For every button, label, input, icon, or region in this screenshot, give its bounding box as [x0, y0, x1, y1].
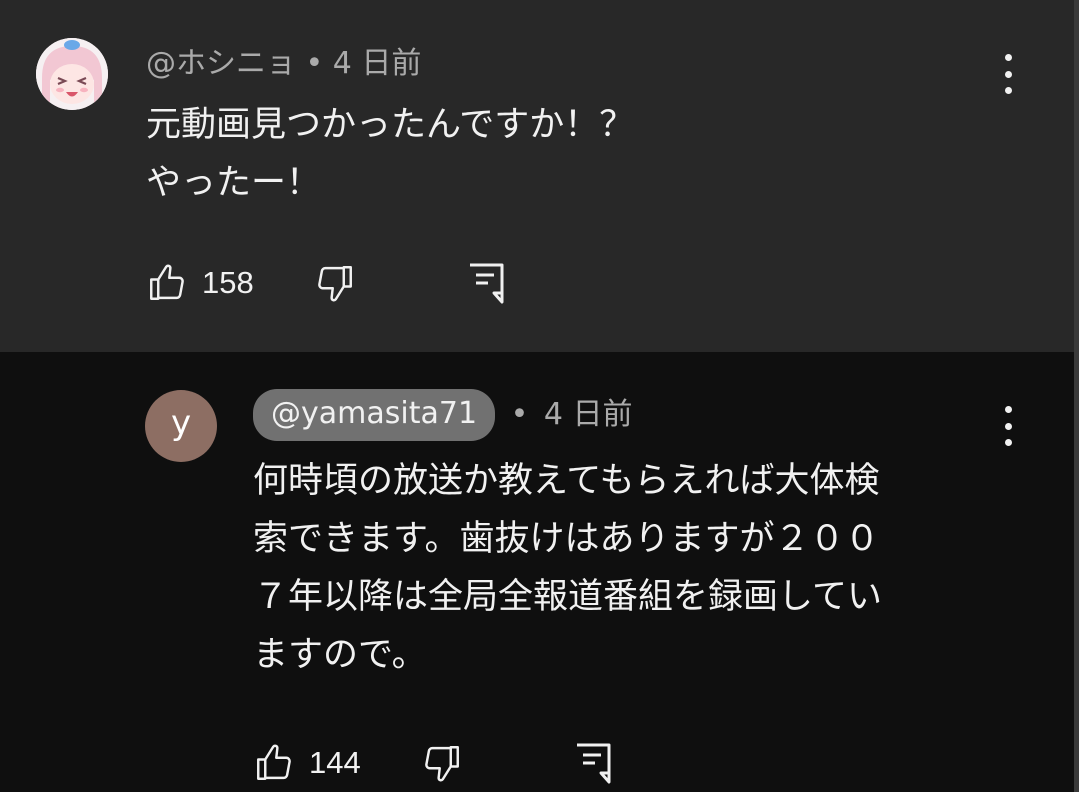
thumbs-down-icon [318, 266, 352, 302]
anime-girl-avatar-icon [36, 38, 108, 110]
like-button[interactable]: 158 [146, 258, 254, 308]
reply-text-line: 索できます。歯抜けはありますが２００ [253, 519, 880, 559]
comment-text-line: 元動画見つかったんですか！？ [146, 105, 635, 145]
reply-author-chip[interactable]: @yamasita71 [253, 388, 496, 441]
comment-time[interactable]: 4 日前 [333, 46, 422, 81]
replier-avatar[interactable]: y [145, 390, 217, 462]
comment-card: @ホシニョ • 4 日前 元動画見つかったんですか！？ やったー！ 158 [0, 0, 1074, 352]
reply-more-icon[interactable] [996, 404, 1020, 448]
comment-author[interactable]: @ホシニョ [146, 46, 296, 81]
comment-meta: @ホシニョ • 4 日前 [146, 44, 421, 84]
like-count: 158 [202, 265, 254, 300]
like-button[interactable]: 144 [253, 738, 361, 788]
dislike-button[interactable] [421, 738, 463, 788]
meta-separator: • [510, 396, 529, 432]
reply-meta: @yamasita71 • 4 日前 [253, 388, 632, 441]
reply-button[interactable] [573, 738, 613, 788]
reply-card: y @yamasita71 • 4 日前 何時頃の放送か教えてもらえれば大体検 … [0, 352, 1074, 792]
reply-text: 何時頃の放送か教えてもらえれば大体検 索できます。歯抜けはありますが２００ ７年… [253, 452, 882, 684]
meta-separator: • [305, 46, 324, 81]
comment-text: 元動画見つかったんですか！？ やったー！ [146, 96, 634, 212]
commenter-avatar[interactable] [36, 38, 108, 110]
reply-text-line: 何時頃の放送か教えてもらえれば大体検 [253, 461, 880, 501]
thumbs-down-icon [425, 746, 459, 782]
reply-comment-icon [470, 263, 504, 304]
like-count: 144 [309, 745, 361, 780]
reply-text-line: ますので。 [253, 635, 427, 675]
thumbs-up-icon [150, 264, 184, 300]
comment-more-icon[interactable] [996, 52, 1020, 96]
scrollbar[interactable] [1074, 0, 1079, 792]
dislike-button[interactable] [314, 258, 356, 308]
reply-text-line: ７年以降は全局全報道番組を録画してい [253, 577, 882, 617]
thumbs-up-icon [257, 744, 291, 780]
reply-button[interactable] [466, 258, 506, 308]
comment-text-line: やったー！ [146, 163, 322, 203]
comments-screen: @ホシニョ • 4 日前 元動画見つかったんですか！？ やったー！ 158 y … [0, 0, 1079, 792]
reply-comment-icon [577, 743, 611, 784]
avatar-letter: y [170, 403, 192, 443]
reply-time[interactable]: 4 日前 [544, 397, 633, 432]
